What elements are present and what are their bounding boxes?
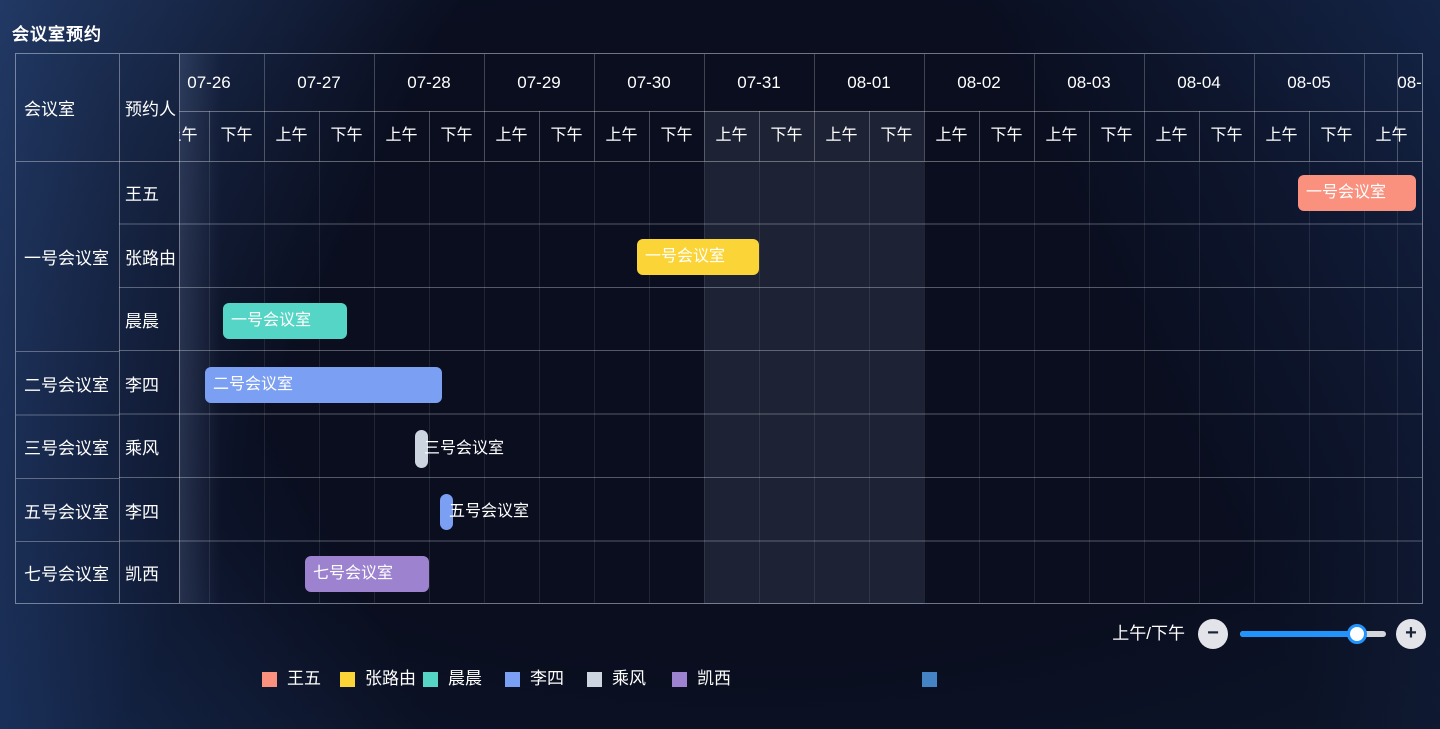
am-header: 上午 (1144, 111, 1199, 161)
pm-header: 下午 (1309, 111, 1364, 161)
date-header: 07-30 (594, 54, 704, 111)
pm-header: 下午 (979, 111, 1034, 161)
room-label: 一号会议室 (16, 161, 119, 351)
date-header: 07-31 (704, 54, 814, 111)
date-header: 07-29 (484, 54, 594, 111)
pm-header: 下午 (429, 111, 484, 161)
reserver-label: 凯西 (119, 542, 179, 603)
gantt-table: 会议室 预约人 07-26 07-27 07-28 07-29 07-30 07… (15, 53, 1423, 604)
legend-swatch (922, 672, 937, 687)
date-header: 07-28 (374, 54, 484, 111)
pm-header: 下午 (209, 111, 264, 161)
room-label: 三号会议室 (16, 415, 119, 478)
gantt-bar[interactable]: 七号会议室 (305, 556, 429, 592)
am-header: 上午 (374, 111, 429, 161)
pm-header: 下午 (539, 111, 594, 161)
pm-header: 下午 (1199, 111, 1254, 161)
am-header: 上午 (924, 111, 979, 161)
am-header: 上午 (594, 111, 649, 161)
page-title: 会议室预约 (12, 20, 102, 45)
zoom-slider-fill (1240, 631, 1358, 637)
date-header: 07-26 (179, 54, 264, 111)
legend-item-zhangluyou[interactable]: 张路由 (340, 670, 416, 688)
date-header: 08-04 (1144, 54, 1254, 111)
room-label: 五号会议室 (16, 478, 119, 542)
zoom-slider-handle[interactable] (1347, 624, 1367, 644)
legend-item-lisi[interactable]: 李四 (505, 670, 564, 688)
pm-header: 下午 (319, 111, 374, 161)
room-label: 七号会议室 (16, 542, 119, 603)
legend-label: 凯西 (697, 670, 731, 688)
reserver-label: 晨晨 (119, 288, 179, 351)
date-header: 08-05 (1254, 54, 1364, 111)
pm-header: 下午 (1089, 111, 1144, 161)
reserver-label: 李四 (119, 478, 179, 542)
date-header: 08-03 (1034, 54, 1144, 111)
date-header-row[interactable]: 07-26 07-27 07-28 07-29 07-30 07-31 08-0… (179, 54, 1422, 111)
zoom-slider-label: 上午/下午 (1060, 623, 1185, 645)
legend-swatch (262, 672, 277, 687)
room-label: 二号会议室 (16, 351, 119, 415)
am-header: 上午 (704, 111, 759, 161)
legend-label: 乘风 (612, 670, 646, 688)
zoom-out-button[interactable]: − (1198, 619, 1228, 649)
legend-swatch (340, 672, 355, 687)
room-column-header: 会议室 (16, 54, 119, 161)
am-header: 上午 (179, 111, 209, 161)
legend-item-wangwu[interactable]: 王五 (262, 670, 321, 688)
date-header: 08-06 (1364, 54, 1422, 111)
reserver-label: 李四 (119, 351, 179, 415)
meeting-room-booking-app: 会议室预约 会议室 预约人 07-26 07-27 07-28 07-29 07… (0, 0, 1440, 729)
legend-item-chenchen[interactable]: 晨晨 (423, 670, 482, 688)
weekend-highlight-band (704, 111, 924, 604)
am-header: 上午 (814, 111, 869, 161)
pm-header: 下午 (759, 111, 814, 161)
reserver-column-header: 预约人 (119, 54, 179, 161)
gantt-bar[interactable]: 一号会议室 (637, 239, 759, 275)
gantt-bar[interactable]: 二号会议室 (205, 367, 442, 403)
pm-header: 下午 (869, 111, 924, 161)
am-header: 上午 (264, 111, 319, 161)
reserver-label: 乘风 (119, 415, 179, 478)
gantt-bar-label: 三号会议室 (424, 430, 504, 468)
legend-label: 晨晨 (448, 670, 482, 688)
gantt-bar[interactable]: 一号会议室 (223, 303, 347, 339)
legend-label: 王五 (287, 670, 321, 688)
legend-swatch (587, 672, 602, 687)
zoom-in-button[interactable]: + (1396, 619, 1426, 649)
gantt-bar-label: 五号会议室 (449, 493, 529, 531)
am-header: 上午 (484, 111, 539, 161)
am-header: 上午 (1254, 111, 1309, 161)
legend-label: 李四 (530, 670, 564, 688)
reserver-label: 张路由 (119, 224, 179, 288)
legend-item-unnamed[interactable] (922, 670, 947, 688)
legend-label: 张路由 (365, 670, 416, 688)
reserver-label: 王五 (119, 161, 179, 224)
legend-swatch (505, 672, 520, 687)
legend-swatch (423, 672, 438, 687)
pm-header: 下午 (1419, 111, 1422, 161)
gantt-bar[interactable]: 一号会议室 (1298, 175, 1416, 211)
date-header: 07-27 (264, 54, 374, 111)
ampm-header-row[interactable]: 上午 下午 上午 下午 上午 下午 上午 下午 上午 下午 上午 下午 上午 下… (179, 111, 1422, 161)
legend-item-chengfeng[interactable]: 乘风 (587, 670, 646, 688)
date-header: 08-01 (814, 54, 924, 111)
legend-swatch (672, 672, 687, 687)
am-header: 上午 (1034, 111, 1089, 161)
date-header: 08-02 (924, 54, 1034, 111)
legend-item-kaixi[interactable]: 凯西 (672, 670, 731, 688)
pm-header: 下午 (649, 111, 704, 161)
am-header: 上午 (1364, 111, 1419, 161)
